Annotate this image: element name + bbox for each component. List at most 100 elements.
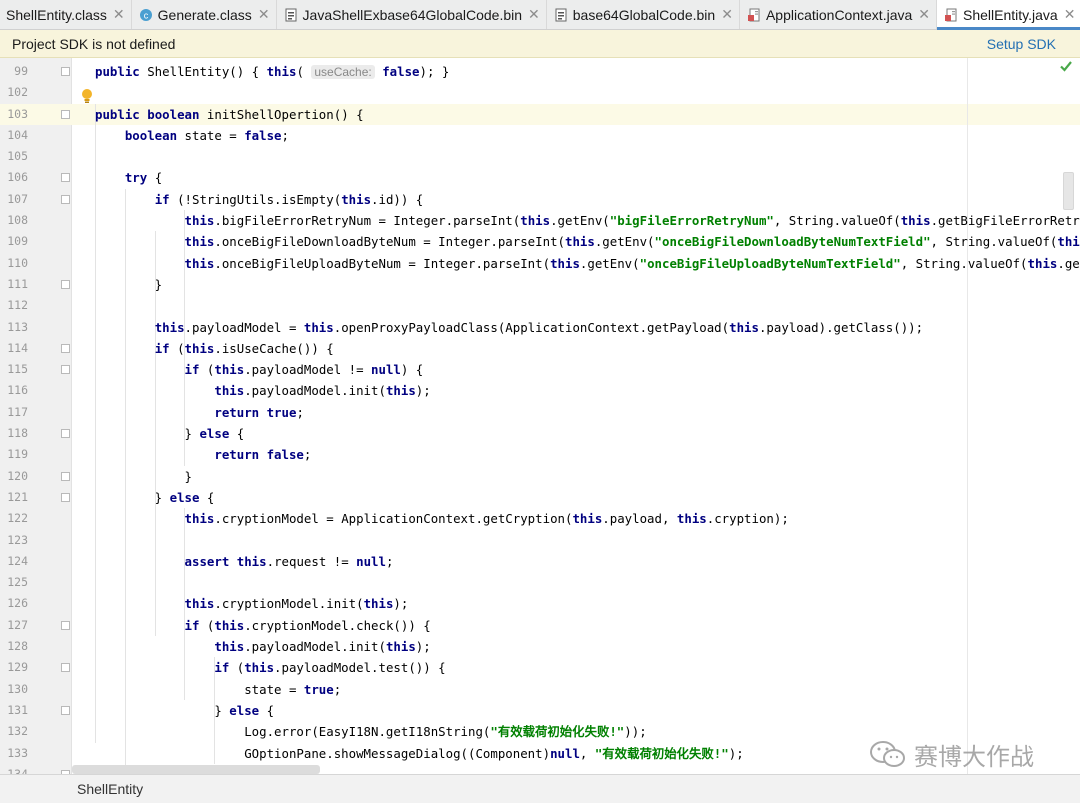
java-file-icon — [746, 7, 762, 23]
tab-label: Generate.class — [157, 6, 252, 23]
fold-marker-icon[interactable] — [61, 620, 70, 630]
code-text: boolean state = false; — [124, 127, 289, 143]
code-line[interactable]: 110 this.onceBigFileUploadByteNum = Inte… — [0, 253, 1080, 274]
fold-marker-icon[interactable] — [61, 429, 70, 439]
line-number: 127 — [7, 617, 28, 632]
fold-marker-icon[interactable] — [61, 67, 70, 76]
code-line[interactable]: 125 — [0, 572, 1080, 593]
line-number: 114 — [7, 340, 28, 355]
line-number: 112 — [7, 298, 28, 313]
svg-text:c: c — [143, 10, 148, 20]
code-line[interactable]: 112 — [0, 295, 1080, 316]
code-line[interactable]: 111 } — [0, 274, 1080, 295]
code-line[interactable]: 120 } — [0, 466, 1080, 487]
vertical-scrollbar-thumb[interactable] — [1063, 172, 1074, 210]
code-line[interactable]: 123 — [0, 530, 1080, 551]
code-line[interactable]: 106 try { — [0, 167, 1080, 188]
line-number: 107 — [7, 191, 28, 206]
intention-bulb-icon[interactable] — [81, 88, 93, 104]
code-line[interactable]: 126 this.cryptionModel.init(this); — [0, 593, 1080, 614]
code-line[interactable]: 124 assert this.request != null; — [0, 551, 1080, 572]
line-number: 131 — [7, 702, 28, 717]
code-line[interactable]: 102 — [0, 82, 1080, 103]
watermark: 赛博大作战 — [868, 737, 1034, 772]
code-text: return false; — [214, 447, 312, 463]
line-number: 111 — [7, 276, 28, 291]
code-line[interactable]: 131 } else { — [0, 700, 1080, 721]
code-text: return true; — [214, 404, 304, 420]
watermark-text: 赛博大作战 — [914, 744, 1034, 771]
code-line[interactable]: 113 this.payloadModel = this.openProxyPa… — [0, 317, 1080, 338]
fold-marker-icon[interactable] — [61, 109, 70, 119]
fold-marker-icon[interactable] — [61, 173, 70, 183]
code-line[interactable]: 99 public ShellEntity() { this( useCache:… — [0, 61, 1080, 82]
breadcrumb[interactable]: ShellEntity — [0, 774, 1080, 803]
setup-sdk-link[interactable]: Setup SDK — [987, 36, 1056, 52]
code-line[interactable]: 130 state = true; — [0, 679, 1080, 700]
tab-shellentity-class[interactable]: ShellEntity.class ✕ — [0, 0, 132, 29]
code-line[interactable]: 104 boolean state = false; — [0, 125, 1080, 146]
code-text: this.cryptionModel = ApplicationContext.… — [184, 511, 789, 527]
fold-marker-icon[interactable] — [61, 705, 70, 715]
fold-marker-icon[interactable] — [61, 279, 70, 289]
code-line[interactable]: 108 this.bigFileErrorRetryNum = Integer.… — [0, 210, 1080, 231]
class-file-icon: c — [138, 7, 154, 23]
code-line[interactable]: 129 if (this.payloadModel.test()) { — [0, 657, 1080, 678]
tab-base64globalcode-bin[interactable]: base64GlobalCode.bin ✕ — [547, 0, 740, 29]
sdk-warning-banner: Project SDK is not defined Setup SDK — [0, 30, 1080, 58]
line-number: 121 — [7, 489, 28, 504]
code-text: } else { — [95, 702, 275, 718]
code-line[interactable]: 117 return true; — [0, 402, 1080, 423]
line-number: 108 — [7, 213, 28, 228]
horizontal-scrollbar-thumb[interactable] — [72, 765, 320, 774]
code-line[interactable]: 114 if (this.isUseCache()) { — [0, 338, 1080, 359]
code-text: Log.error(EasyI18N.getI18nString("有效载荷初始… — [95, 724, 647, 740]
fold-marker-icon[interactable] — [61, 194, 70, 204]
code-line[interactable]: 127 if (this.cryptionModel.check()) { — [0, 615, 1080, 636]
code-line[interactable]: 103 public boolean initShellOpertion() { — [0, 104, 1080, 125]
editor-tab-bar: ShellEntity.class ✕ c Generate.class ✕ JavaSh… — [0, 0, 1080, 30]
line-number: 116 — [7, 383, 28, 398]
close-tab-icon[interactable]: ✕ — [721, 6, 733, 23]
close-tab-icon[interactable]: ✕ — [918, 6, 930, 23]
code-line[interactable]: 119 return false; — [0, 444, 1080, 465]
code-line[interactable]: 116 this.payloadModel.init(this); — [0, 380, 1080, 401]
code-line[interactable]: 128 this.payloadModel.init(this); — [0, 636, 1080, 657]
tab-applicationcontext-java[interactable]: ApplicationContext.java ✕ — [740, 0, 937, 29]
code-line[interactable]: 107 if (!StringUtils.isEmpty(this.id)) { — [0, 189, 1080, 210]
line-number: 124 — [7, 553, 28, 568]
tab-shellentity-java[interactable]: ShellEntity.java ✕ — [937, 0, 1080, 30]
code-editor[interactable]: 99 public ShellEntity() { this( useCache:… — [0, 58, 1080, 774]
line-number: 132 — [7, 724, 28, 739]
code-text: if (this.isUseCache()) { — [154, 340, 334, 356]
tab-generate-class[interactable]: c Generate.class ✕ — [132, 0, 277, 29]
code-line[interactable]: 109 this.onceBigFileDownloadByteNum = In… — [0, 231, 1080, 252]
code-text: this.payloadModel.init(this); — [214, 639, 431, 655]
banner-message: Project SDK is not defined — [12, 35, 176, 52]
close-tab-icon[interactable]: ✕ — [113, 6, 125, 23]
fold-marker-icon[interactable] — [61, 492, 70, 502]
line-number: 109 — [7, 234, 28, 249]
close-tab-icon[interactable]: ✕ — [258, 6, 270, 23]
code-text: if (!StringUtils.isEmpty(this.id)) { — [154, 191, 424, 207]
fold-marker-icon[interactable] — [61, 471, 70, 481]
close-tab-icon[interactable]: ✕ — [528, 6, 540, 23]
line-number: 104 — [7, 127, 28, 142]
line-number: 115 — [7, 362, 28, 377]
code-line[interactable]: 118 } else { — [0, 423, 1080, 444]
code-line[interactable]: 105 — [0, 146, 1080, 167]
tab-label: ApplicationContext.java — [765, 6, 913, 23]
close-tab-icon[interactable]: ✕ — [1064, 6, 1076, 23]
line-number: 120 — [7, 468, 28, 483]
fold-marker-icon[interactable] — [61, 343, 70, 353]
tab-javashellexbase64globalcode-bin[interactable]: JavaShellExbase64GlobalCode.bin ✕ — [277, 0, 547, 29]
fold-marker-icon[interactable] — [61, 365, 70, 375]
inspection-ok-icon[interactable] — [1058, 58, 1074, 74]
code-line[interactable]: 122 this.cryptionModel = ApplicationCont… — [0, 508, 1080, 529]
java-file-icon — [943, 7, 959, 23]
code-line[interactable]: 115 if (this.payloadModel != null) { — [0, 359, 1080, 380]
code-line[interactable]: 121 } else { — [0, 487, 1080, 508]
fold-marker-icon[interactable] — [61, 663, 70, 673]
code-text: if (this.payloadModel != null) { — [184, 362, 424, 378]
line-number: 105 — [7, 149, 28, 164]
